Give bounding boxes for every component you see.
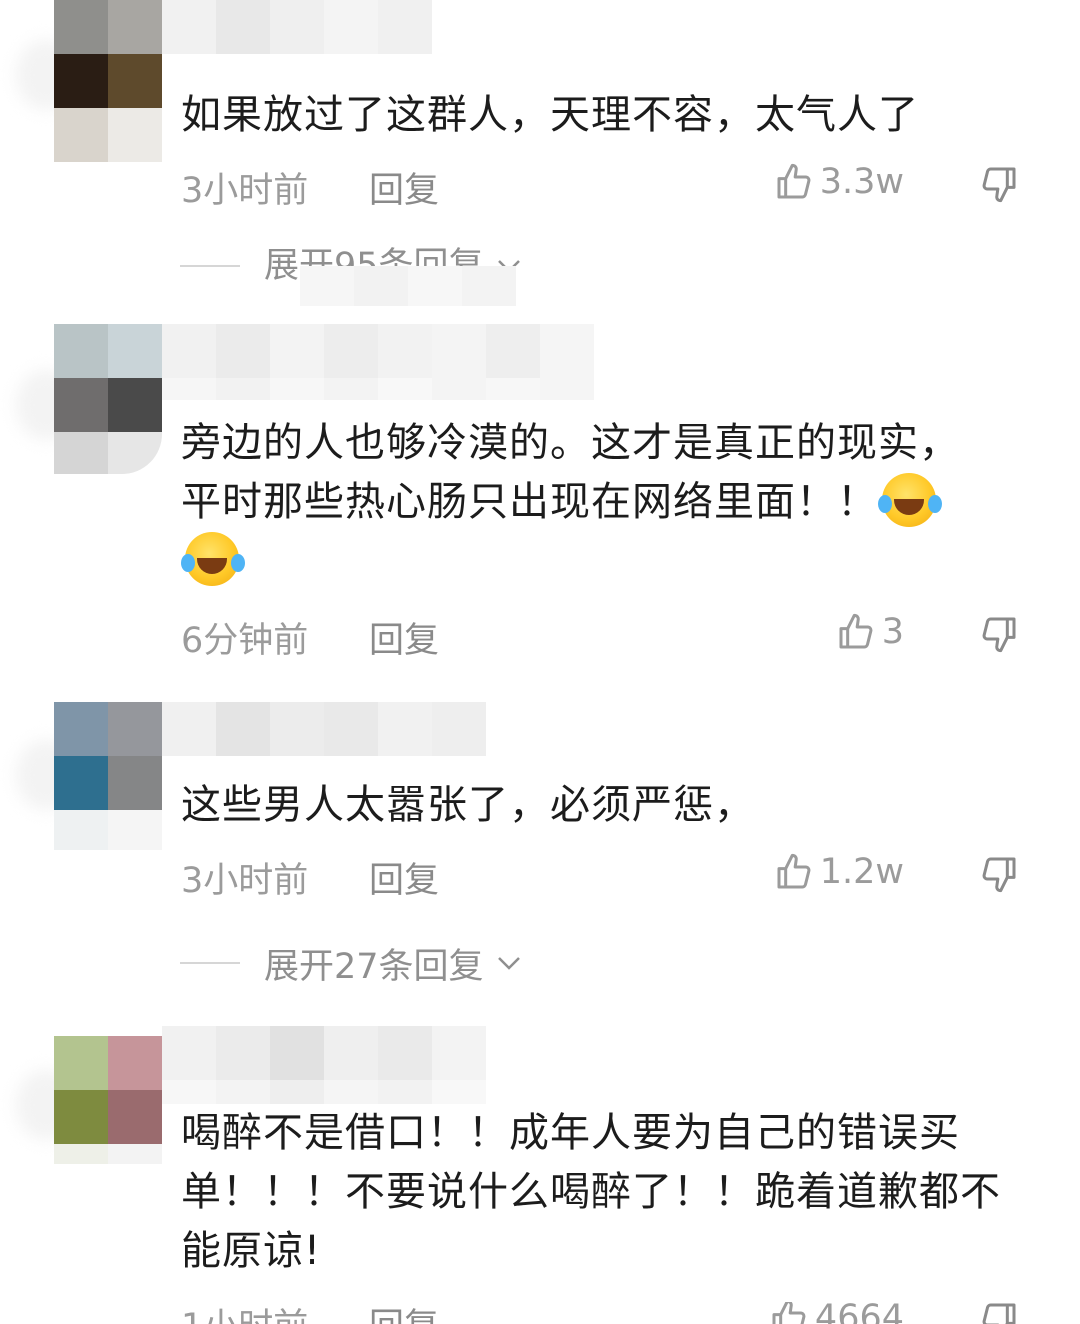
dislike-button[interactable] — [979, 1302, 1019, 1324]
thumbs-up-icon — [839, 613, 873, 649]
thumbs-up-icon — [777, 163, 811, 199]
comment-item: 这些男人太嚣张了，必须严惩， 3小时前 回复 1.2w 展开27条回复 — [0, 690, 1080, 1010]
comment-time: 1小时前 — [181, 1302, 308, 1324]
dislike-button[interactable] — [979, 164, 1019, 204]
like-count: 4664 — [814, 1302, 904, 1324]
avatar[interactable] — [54, 0, 162, 108]
comment-text-body: 旁边的人也够冷漠的。这才是真正的现实，平时那些热心肠只出现在网络里面！！ — [181, 420, 960, 525]
comment-meta: 1小时前 回复 4664 — [181, 1302, 1021, 1324]
avatar-lower — [54, 1144, 162, 1164]
like-button[interactable]: 1.2w — [774, 852, 904, 892]
thumbs-down-icon — [982, 857, 1016, 893]
like-button[interactable]: 4664 — [769, 1302, 904, 1324]
laugh-cry-emoji-icon — [878, 473, 936, 527]
username-blurred[interactable] — [162, 1026, 486, 1080]
comment-item: 旁边的人也够冷漠的。这才是真正的现实，平时那些热心肠只出现在网络里面！！ 6分钟… — [0, 300, 1080, 690]
thumbs-up-icon — [777, 853, 811, 889]
comment-text: 旁边的人也够冷漠的。这才是真正的现实，平时那些热心肠只出现在网络里面！！ — [181, 414, 961, 591]
reply-button[interactable]: 回复 — [369, 1302, 439, 1324]
comment-meta: 3小时前 回复 3.3w — [181, 162, 1021, 212]
reply-button[interactable]: 回复 — [369, 612, 439, 663]
thumbs-up-icon — [772, 1302, 806, 1324]
like-count: 1.2w — [819, 852, 904, 892]
like-button[interactable]: 3 — [836, 612, 904, 652]
expand-replies-label: 展开27条回复 — [264, 946, 484, 987]
username-blurred[interactable] — [162, 702, 486, 756]
avatar[interactable] — [54, 702, 162, 810]
avatar-lower — [54, 432, 162, 474]
comment-time: 3小时前 — [181, 171, 309, 211]
dislike-button[interactable] — [979, 614, 1019, 654]
comment-meta: 3小时前 回复 1.2w — [181, 852, 1021, 902]
comment-item: 如果放过了这群人，天理不容，太气人了 3小时前 回复 3.3w 展开95条回复 — [0, 0, 1080, 306]
comment-time: 6分钟前 — [181, 621, 309, 661]
thumbs-down-icon — [982, 1303, 1016, 1324]
username-blurred-lower — [162, 1080, 486, 1104]
avatar[interactable] — [54, 1036, 162, 1144]
divider-line — [180, 265, 240, 267]
like-button[interactable]: 3.3w — [774, 162, 904, 202]
like-count: 3.3w — [819, 162, 904, 202]
username-blurred-lower — [162, 378, 594, 400]
comment-meta: 6分钟前 回复 3 — [181, 612, 1021, 662]
reply-button[interactable]: 回复 — [369, 162, 439, 213]
comment-time: 3小时前 — [181, 861, 309, 901]
reply-button[interactable]: 回复 — [369, 852, 439, 903]
expand-replies-button[interactable]: 展开27条回复 — [180, 938, 524, 988]
like-count: 3 — [881, 612, 904, 652]
divider-line — [180, 962, 240, 964]
laugh-cry-emoji-icon — [181, 532, 239, 586]
comment-text: 这些男人太嚣张了，必须严惩， — [181, 782, 755, 828]
chevron-down-icon — [497, 957, 520, 970]
dislike-button[interactable] — [979, 854, 1019, 894]
avatar-lower — [54, 810, 162, 850]
avatar-lower — [54, 108, 162, 162]
comment-item: 喝醉不是借口！！成年人要为自己的错误买单！！！不要说什么喝醉了！！跪着道歉都不能… — [0, 1010, 1080, 1324]
avatar[interactable] — [54, 324, 162, 432]
comment-text: 喝醉不是借口！！成年人要为自己的错误买单！！！不要说什么喝醉了！！跪着道歉都不能… — [181, 1110, 1001, 1274]
comment-text: 如果放过了这群人，天理不容，太气人了 — [181, 92, 919, 138]
thumbs-down-icon — [982, 167, 1016, 203]
username-blurred[interactable] — [162, 0, 432, 54]
username-blurred[interactable] — [162, 324, 594, 378]
thumbs-down-icon — [982, 617, 1016, 653]
